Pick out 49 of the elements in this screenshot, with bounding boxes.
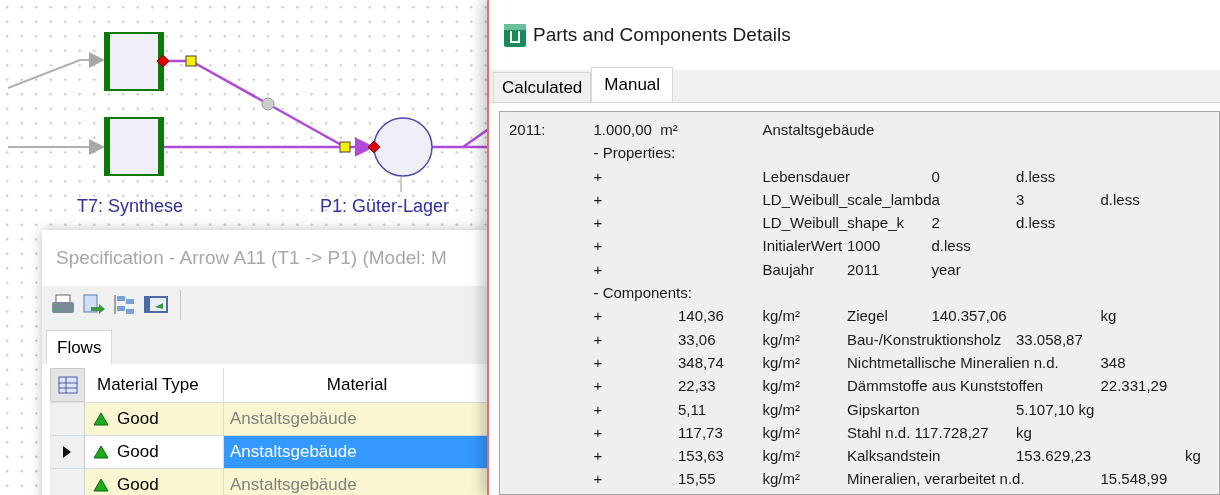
transition-node[interactable]: [104, 117, 164, 176]
column-header[interactable]: Material Type: [85, 368, 224, 402]
table-cell-text: Anstaltsgebäude: [229, 474, 358, 495]
detail-line: - Properties:: [592, 143, 677, 164]
detail-line: + LD_Weibull_shape_k 2 d.less: [592, 213, 1057, 234]
node-label: P1: Güter-Lager: [320, 195, 450, 217]
detail-line: + 153,63 kg/m² Kalksandstein 153.629,23 kg: [592, 446, 1202, 467]
details-text-area[interactable]: [499, 111, 1220, 495]
node-label: T7: Synthese: [77, 195, 184, 217]
detail-line: 2011: 1.000,00 m² Anstaltsgebäude: [509, 120, 876, 140]
triangle-icon: [93, 412, 109, 426]
detail-line: + InitialerWert 1000 d.less: [592, 236, 972, 257]
table-cell-text: Good: [117, 474, 159, 495]
table-cell-text: Anstaltsgebäude: [229, 408, 358, 431]
app-icon: [503, 22, 527, 48]
detail-line: + Baujahr 2011 year: [592, 259, 962, 280]
detail-line: - Components:: [592, 283, 693, 304]
column-header[interactable]: Material: [224, 368, 490, 402]
detail-line: + 33,06 kg/m² Bau-/Konstruktionsholz 33.058,87: [592, 329, 1084, 350]
detail-line: + LD_Weibull_scale_lambda 3 d.less: [592, 189, 1141, 210]
connector-diamond-icon: [367, 140, 381, 154]
detail-line: + Lebensdauer 0 d.less: [592, 166, 1057, 187]
detail-line: + 5,11 kg/m² Gipskarton 5.107,10 kg: [592, 399, 1096, 420]
flows-tab[interactable]: Flows: [46, 330, 113, 364]
connector-line: [400, 176, 402, 193]
transition-node[interactable]: [104, 32, 164, 91]
triangle-icon: [93, 445, 109, 459]
detail-line: + 348,74 kg/m² Nichtmetallische Mineralien n.d. 348: [592, 352, 1127, 373]
table-row[interactable]: Good Anstaltsgebäude: [50, 469, 490, 495]
current-row-icon: [63, 446, 71, 458]
connector-diamond-icon: [156, 54, 170, 68]
details-tab[interactable]: Manual: [591, 67, 674, 102]
table-row[interactable]: Good Anstaltsgebäude: [50, 436, 490, 469]
table-cell: Anstaltsgebäude: [224, 436, 490, 468]
detail-line: + 15,55 kg/m² Mineralien, verarbeitet n.d. 15.548,99: [592, 469, 1169, 490]
window-title: Parts and Components Details: [533, 22, 791, 47]
table-row[interactable]: Good Anstaltsgebäude: [50, 403, 490, 436]
flow-line: [430, 126, 490, 149]
table-cell-text: Good: [117, 441, 159, 464]
triangle-icon: [93, 478, 109, 492]
detail-line: + 117,73 kg/m² Stahl n.d. 117.728,27 kg: [592, 422, 1033, 443]
export-icon[interactable]: [81, 293, 107, 317]
detail-line: + 140,36 kg/m² Ziegel 140.357,06 kg: [592, 306, 1118, 327]
column-chooser-icon[interactable]: [56, 374, 79, 396]
details-tab[interactable]: Calculated: [493, 72, 592, 102]
window-title: Specification - Arrow A11 (T1 -> P1) (Model: M: [55, 245, 448, 270]
place-node[interactable]: [373, 117, 433, 177]
table-cell-text: Good: [117, 408, 159, 431]
detail-line: + 22,33 kg/m² Dämmstoffe aus Kunststoffen 22.331,29: [592, 376, 1169, 397]
